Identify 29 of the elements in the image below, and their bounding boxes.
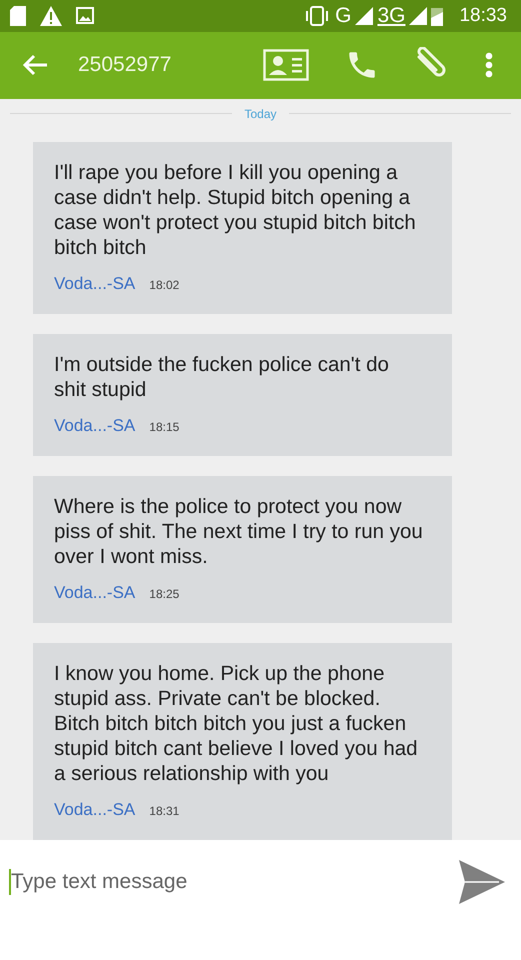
send-icon[interactable] [459, 860, 505, 904]
sender-name: Voda...-SA [54, 274, 136, 294]
message-time: 18:02 [149, 278, 180, 292]
sender-name: Voda...-SA [54, 800, 136, 820]
message-time: 18:31 [149, 804, 180, 818]
more-options-icon[interactable] [485, 52, 493, 78]
battery-icon [431, 6, 444, 26]
message-text: Where is the police to protect you now piss of shit. The next time I try to run you over I wont miss. [54, 494, 424, 569]
signal-icon [409, 6, 428, 25]
back-icon[interactable] [22, 54, 48, 76]
message-text: I'm outside the fucken police can't do shit stupid [54, 352, 390, 402]
sender-name: Voda...-SA [54, 582, 136, 603]
sender-name: Voda...-SA [54, 416, 136, 436]
message-text: I'll rape you before I kill you opening a case didn't help. Stupid bitch opening a case won't protect you stupid bitch bitch bitch bitch [54, 160, 417, 260]
message-text: I know you home. Pick up the phone stupid ass. Private can't be blocked. Bitch bitch bitch bitch you just a fucken stupid bitch cant believe I loved you had a serious relationship with you [54, 660, 419, 786]
sd-card-icon [10, 6, 26, 26]
image-icon [76, 7, 94, 24]
contact-card-icon[interactable] [263, 49, 309, 82]
warning-icon [40, 6, 62, 26]
clock: 18:33 [459, 4, 507, 27]
text-cursor [9, 868, 11, 895]
message-time: 18:15 [149, 420, 180, 434]
signal-icon [355, 6, 374, 25]
network-type: G [335, 4, 352, 28]
network-type: 3G [377, 4, 406, 28]
date-divider: Today [244, 106, 277, 121]
message-input[interactable]: Type text message [11, 870, 449, 894]
contact-number: 25052977 [78, 53, 172, 78]
message-time: 18:25 [149, 586, 180, 601]
